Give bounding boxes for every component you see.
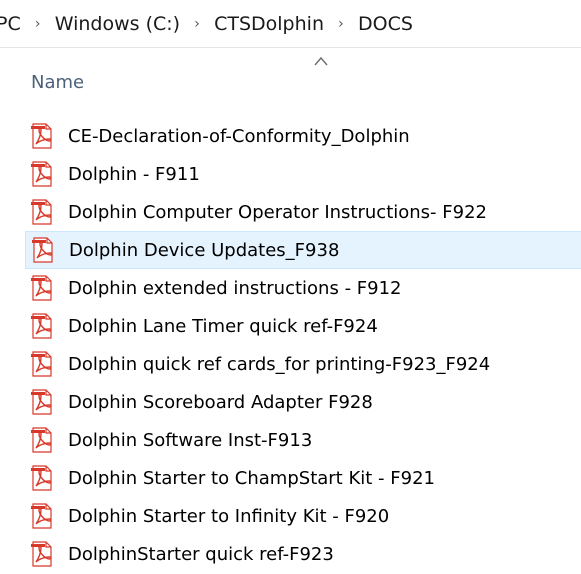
pdf-icon	[31, 465, 52, 491]
breadcrumb: PC › Windows (C:) › CTSDolphin › DOCS	[0, 0, 581, 48]
breadcrumb-ctsdolphin[interactable]: CTSDolphin	[213, 13, 325, 35]
file-row[interactable]: DolphinStarter quick ref-F923	[0, 535, 581, 573]
pdf-icon	[31, 389, 52, 415]
pdf-icon	[31, 161, 52, 187]
pdf-icon	[32, 237, 53, 263]
column-header-name[interactable]: Name	[31, 72, 84, 93]
file-row[interactable]: Dolphin Scoreboard Adapter F928	[0, 383, 581, 421]
chevron-right-icon[interactable]: ›	[181, 16, 213, 32]
pdf-icon	[31, 503, 52, 529]
pdf-icon	[31, 123, 52, 149]
file-name: Dolphin Computer Operator Instructions- …	[68, 201, 487, 223]
file-row[interactable]: Dolphin Computer Operator Instructions- …	[0, 193, 581, 231]
file-explorer-window: PC › Windows (C:) › CTSDolphin › DOCS Na…	[0, 0, 581, 574]
breadcrumb-pc[interactable]: PC	[0, 13, 22, 35]
file-name: Dolphin Starter to ChampStart Kit - F921	[68, 467, 435, 489]
chevron-right-icon[interactable]: ›	[22, 16, 54, 32]
file-name: Dolphin quick ref cards_for printing-F92…	[68, 353, 491, 375]
file-row[interactable]: Dolphin Lane Timer quick ref-F924	[0, 307, 581, 345]
breadcrumb-windows-c[interactable]: Windows (C:)	[54, 13, 181, 35]
file-row[interactable]: Dolphin - F911	[0, 155, 581, 193]
sort-ascending-icon	[314, 56, 328, 66]
file-row[interactable]: Dolphin Device Updates_F938	[25, 231, 581, 269]
file-name: Dolphin Starter to Infinity Kit - F920	[68, 505, 390, 527]
file-row[interactable]: CE-Declaration-of-Conformity_Dolphin	[0, 117, 581, 155]
pdf-icon	[31, 351, 52, 377]
file-name: Dolphin Device Updates_F938	[69, 239, 340, 261]
file-list: CE-Declaration-of-Conformity_Dolphin Dolp…	[0, 117, 581, 573]
file-name: Dolphin - F911	[68, 163, 200, 185]
pdf-icon	[31, 541, 52, 567]
file-name: Dolphin Software Inst-F913	[68, 429, 313, 451]
file-name: DolphinStarter quick ref-F923	[68, 543, 334, 565]
file-row[interactable]: Dolphin extended instructions - F912	[0, 269, 581, 307]
pdf-icon	[31, 199, 52, 225]
file-name: Dolphin Lane Timer quick ref-F924	[68, 315, 378, 337]
file-name: Dolphin Scoreboard Adapter F928	[68, 391, 373, 413]
breadcrumb-docs[interactable]: DOCS	[357, 13, 414, 35]
file-name: CE-Declaration-of-Conformity_Dolphin	[68, 125, 410, 147]
file-row[interactable]: Dolphin Starter to ChampStart Kit - F921	[0, 459, 581, 497]
pdf-icon	[31, 275, 52, 301]
file-name: Dolphin extended instructions - F912	[68, 277, 402, 299]
chevron-right-icon[interactable]: ›	[325, 16, 357, 32]
pdf-icon	[31, 313, 52, 339]
file-row[interactable]: Dolphin quick ref cards_for printing-F92…	[0, 345, 581, 383]
file-row[interactable]: Dolphin Software Inst-F913	[0, 421, 581, 459]
pdf-icon	[31, 427, 52, 453]
file-row[interactable]: Dolphin Starter to Infinity Kit - F920	[0, 497, 581, 535]
